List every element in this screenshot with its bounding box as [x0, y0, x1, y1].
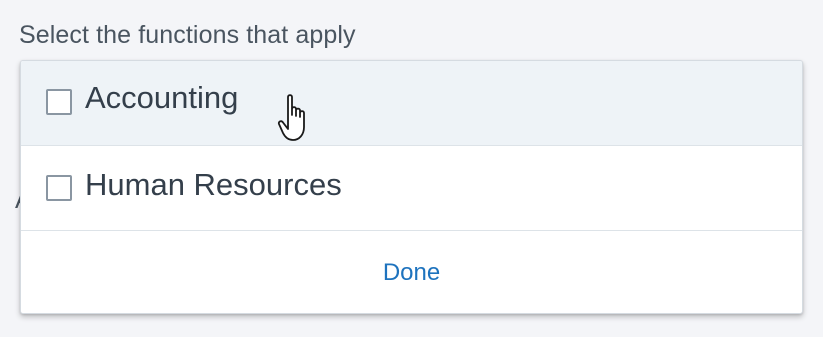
checkbox-human-resources[interactable] — [46, 175, 72, 201]
option-human-resources[interactable]: Human Resources — [21, 146, 802, 231]
field-label: Select the functions that apply — [19, 21, 356, 49]
functions-dropdown: Accounting Human Resources Done — [20, 60, 803, 314]
checkbox-accounting[interactable] — [46, 89, 72, 115]
done-row[interactable]: Done — [21, 232, 802, 313]
option-label-human-resources: Human Resources — [85, 167, 342, 202]
option-accounting[interactable]: Accounting — [21, 61, 802, 146]
option-label-accounting: Accounting — [85, 80, 239, 115]
done-button[interactable]: Done — [383, 259, 440, 287]
